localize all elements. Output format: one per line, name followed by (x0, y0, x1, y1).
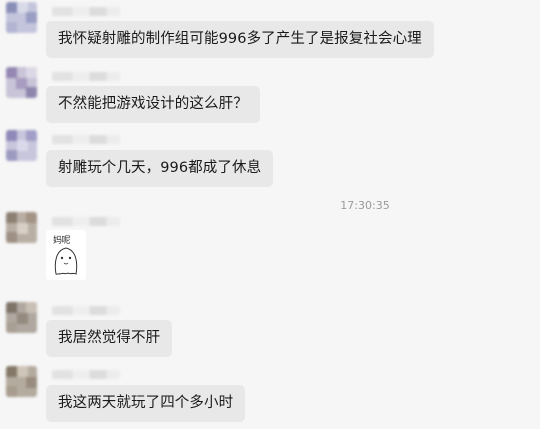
ghost-sticker-icon (54, 247, 78, 275)
sender-name (52, 7, 120, 16)
chat-window: 我怀疑射雕的制作组可能996多了产生了是报复社会心理 不然能把游戏设计的这么肝？… (0, 0, 540, 429)
message-bubble[interactable]: 射雕玩个几天，996都成了休息 (46, 150, 274, 187)
message-bubble[interactable]: 我怀疑射雕的制作组可能996多了产生了是报复社会心理 (46, 21, 434, 58)
avatar[interactable] (6, 366, 37, 397)
sender-name (52, 217, 120, 226)
sender-name (52, 135, 120, 144)
avatar[interactable] (6, 212, 37, 243)
message-bubble[interactable]: 不然能把游戏设计的这么肝？ (46, 86, 260, 123)
avatar[interactable] (6, 67, 37, 98)
sender-name (52, 72, 120, 81)
message-bubble[interactable]: 我这两天就玩了四个多小时 (46, 385, 246, 422)
sender-name (52, 370, 120, 379)
message-timestamp: 17:30:35 (340, 199, 390, 212)
sticker-message[interactable]: 妈呢 (46, 230, 86, 280)
message-bubble[interactable]: 我居然觉得不肝 (46, 320, 173, 357)
avatar[interactable] (6, 302, 37, 333)
avatar[interactable] (6, 2, 37, 33)
avatar[interactable] (6, 130, 37, 161)
sender-name (52, 306, 120, 315)
